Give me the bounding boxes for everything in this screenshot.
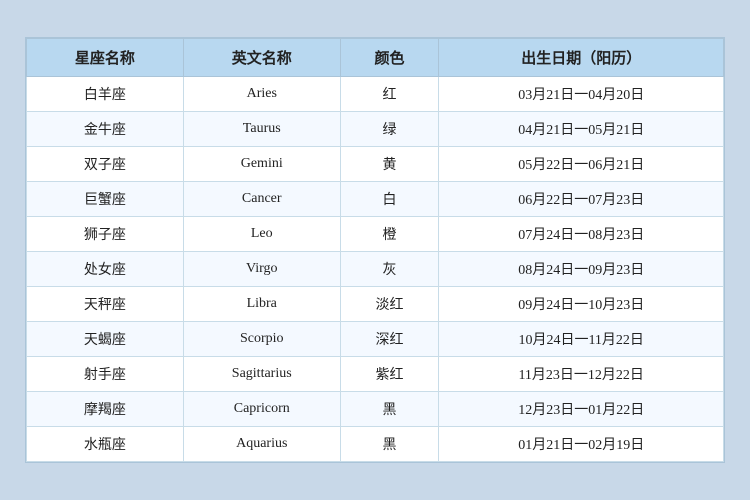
table-cell: 橙: [340, 217, 439, 252]
table-cell: Aries: [183, 77, 340, 112]
table-cell: 07月24日一08月23日: [439, 217, 724, 252]
table-body: 白羊座Aries红03月21日一04月20日金牛座Taurus绿04月21日一0…: [27, 77, 724, 462]
table-row: 巨蟹座Cancer白06月22日一07月23日: [27, 182, 724, 217]
table-cell: 10月24日一11月22日: [439, 322, 724, 357]
table-cell: 11月23日一12月22日: [439, 357, 724, 392]
table-cell: 处女座: [27, 252, 184, 287]
table-cell: Cancer: [183, 182, 340, 217]
table-row: 双子座Gemini黄05月22日一06月21日: [27, 147, 724, 182]
table-cell: 水瓶座: [27, 427, 184, 462]
table-row: 狮子座Leo橙07月24日一08月23日: [27, 217, 724, 252]
table-cell: 双子座: [27, 147, 184, 182]
table-cell: Capricorn: [183, 392, 340, 427]
table-row: 射手座Sagittarius紫红11月23日一12月22日: [27, 357, 724, 392]
table-header-cell: 英文名称: [183, 39, 340, 77]
table-cell: 天秤座: [27, 287, 184, 322]
table-cell: 深红: [340, 322, 439, 357]
table-cell: 狮子座: [27, 217, 184, 252]
table-row: 天秤座Libra淡红09月24日一10月23日: [27, 287, 724, 322]
table-cell: 03月21日一04月20日: [439, 77, 724, 112]
table-row: 白羊座Aries红03月21日一04月20日: [27, 77, 724, 112]
table-header-row: 星座名称英文名称颜色出生日期（阳历）: [27, 39, 724, 77]
table-cell: 绿: [340, 112, 439, 147]
table-cell: Leo: [183, 217, 340, 252]
table-cell: 白: [340, 182, 439, 217]
table-cell: 01月21日一02月19日: [439, 427, 724, 462]
table-cell: Virgo: [183, 252, 340, 287]
table-cell: 淡红: [340, 287, 439, 322]
table-cell: 08月24日一09月23日: [439, 252, 724, 287]
table-cell: 天蝎座: [27, 322, 184, 357]
table-row: 天蝎座Scorpio深红10月24日一11月22日: [27, 322, 724, 357]
table-cell: 巨蟹座: [27, 182, 184, 217]
table-cell: 04月21日一05月21日: [439, 112, 724, 147]
table-cell: Libra: [183, 287, 340, 322]
zodiac-table: 星座名称英文名称颜色出生日期（阳历） 白羊座Aries红03月21日一04月20…: [26, 38, 724, 462]
table-cell: 黑: [340, 392, 439, 427]
table-cell: Aquarius: [183, 427, 340, 462]
table-cell: Gemini: [183, 147, 340, 182]
table-cell: Scorpio: [183, 322, 340, 357]
table-cell: Taurus: [183, 112, 340, 147]
table-cell: Sagittarius: [183, 357, 340, 392]
table-cell: 紫红: [340, 357, 439, 392]
table-cell: 09月24日一10月23日: [439, 287, 724, 322]
table-header-cell: 出生日期（阳历）: [439, 39, 724, 77]
table-row: 处女座Virgo灰08月24日一09月23日: [27, 252, 724, 287]
table-cell: 黑: [340, 427, 439, 462]
table-row: 水瓶座Aquarius黑01月21日一02月19日: [27, 427, 724, 462]
table-cell: 灰: [340, 252, 439, 287]
table-cell: 摩羯座: [27, 392, 184, 427]
table-cell: 红: [340, 77, 439, 112]
table-cell: 黄: [340, 147, 439, 182]
table-cell: 06月22日一07月23日: [439, 182, 724, 217]
table-cell: 05月22日一06月21日: [439, 147, 724, 182]
table-row: 金牛座Taurus绿04月21日一05月21日: [27, 112, 724, 147]
zodiac-table-wrapper: 星座名称英文名称颜色出生日期（阳历） 白羊座Aries红03月21日一04月20…: [25, 37, 725, 463]
table-cell: 白羊座: [27, 77, 184, 112]
table-header-cell: 星座名称: [27, 39, 184, 77]
table-header-cell: 颜色: [340, 39, 439, 77]
table-row: 摩羯座Capricorn黑12月23日一01月22日: [27, 392, 724, 427]
table-cell: 金牛座: [27, 112, 184, 147]
table-cell: 射手座: [27, 357, 184, 392]
table-cell: 12月23日一01月22日: [439, 392, 724, 427]
